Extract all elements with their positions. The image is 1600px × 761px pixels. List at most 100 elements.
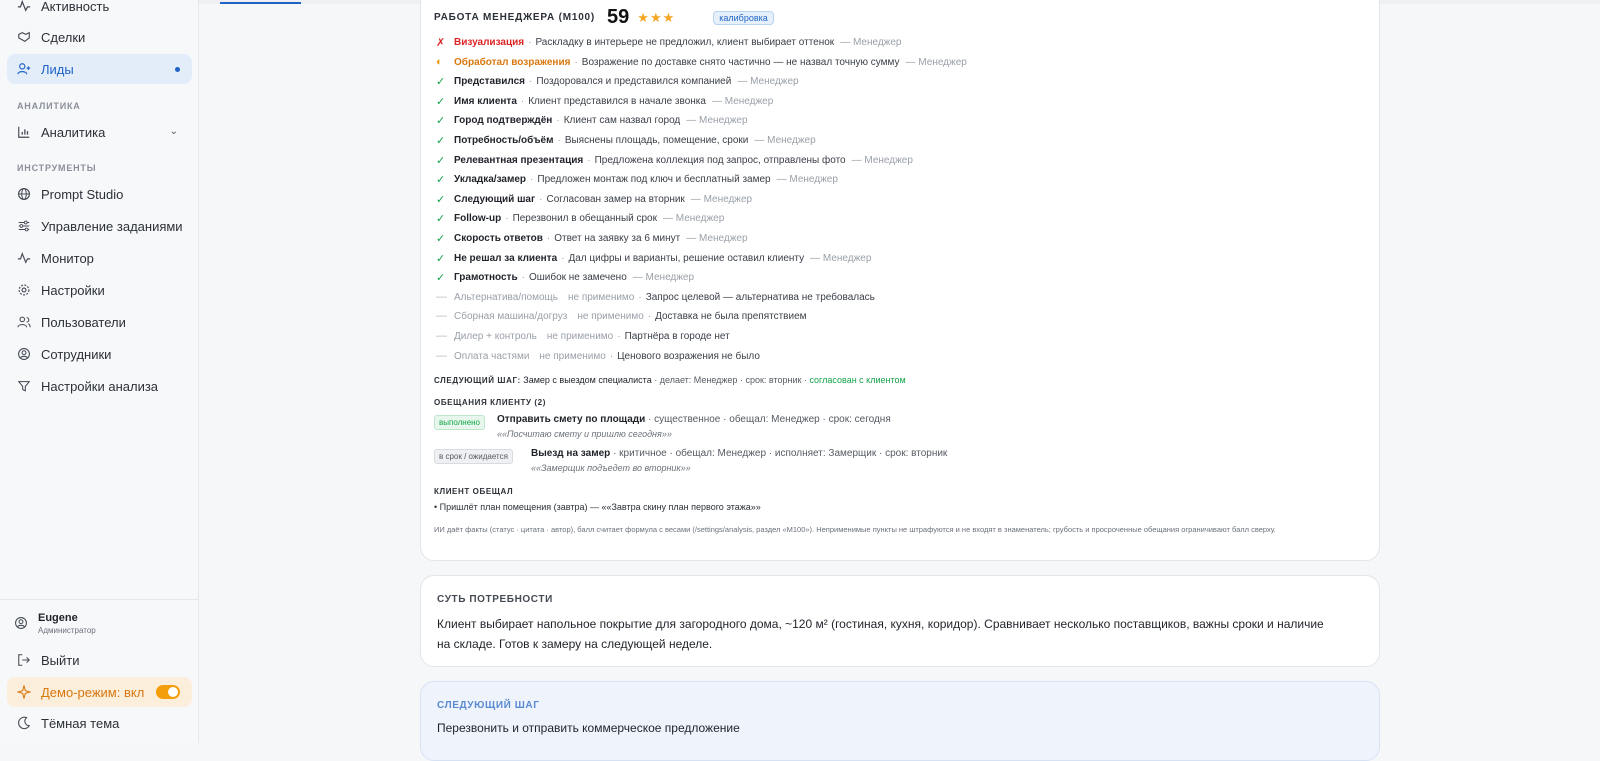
criterion-name: Обработал возражения — [454, 56, 571, 68]
theme-toggle[interactable]: Тёмная тема — [7, 708, 192, 738]
promise-item: Выезд на замер · критичное · обещал: Мен… — [531, 448, 947, 459]
star-rating: ★★★ — [637, 9, 676, 25]
next-step-meta: · делает: Менеджер · срок: вторник · — [654, 375, 807, 385]
criterion-description: Возражение по доставке снято частично — … — [581, 56, 900, 68]
score-header: РАБОТА МЕНЕДЖЕРА (M100) 59 ★★★ калибровк… — [434, 6, 774, 29]
criterion-description: Ценового возражения не было — [617, 350, 760, 362]
criterion-check-icon: ✓ — [436, 173, 446, 186]
criterion-author: — Менеджер — [737, 75, 799, 87]
demo-mode-label: Демо-режим: вкл — [41, 684, 145, 700]
user-role: Администратор — [38, 626, 96, 635]
user-circle-icon — [14, 616, 30, 632]
users-icon — [16, 314, 32, 330]
criterion-check-icon: ✓ — [436, 114, 446, 127]
needs-label: СУТЬ ПОТРЕБНОСТИ — [437, 594, 553, 605]
sidebar-item-label: Сотрудники — [41, 346, 112, 362]
chevron-down-icon[interactable]: ⌄ — [170, 126, 178, 137]
criterion-description: Предложена коллекция под запрос, отправл… — [594, 154, 846, 166]
criterion-row: — Дилер + контроль не применимо · Партнёра в… — [436, 330, 730, 342]
sidebar-item-activity[interactable]: Активность — [7, 0, 192, 21]
criterion-author: — Менеджер — [840, 36, 902, 48]
criterion-description: Предложен монтаж под ключ и бесплатный з… — [537, 173, 771, 185]
needs-text: Клиент выбирает напольное покрытие для з… — [437, 617, 1324, 651]
criterion-description: Согласован замер на вторник — [546, 193, 685, 205]
criterion-check-icon: ✓ — [436, 134, 446, 147]
sidebar: Активность Сделки Лиды АНАЛИТИКА Аналити… — [0, 0, 199, 743]
calibration-badge[interactable]: калибровка — [713, 10, 774, 25]
sidebar-item-deals[interactable]: Сделки — [7, 22, 192, 52]
criterion-cross-icon: ✗ — [436, 36, 446, 49]
promise-meta: · критичное · обещал: Менеджер · исполня… — [613, 448, 948, 459]
criterion-description: Поздоровался и представился компанией — [536, 75, 732, 87]
next-step-line: СЛЕДУЮЩИЙ ШАГ: Замер с выездом специалис… — [434, 375, 906, 385]
criterion-row: ✓ Потребность/объём · Выяснены площадь, пом… — [436, 134, 816, 147]
criterion-check-icon: ✓ — [436, 95, 446, 108]
criterion-description: Ответ на заявку за 6 минут — [554, 232, 681, 244]
criterion-author: — Менеджер — [776, 173, 838, 185]
criterion-row: — Оплата частями не применимо · Ценового воз… — [436, 350, 760, 362]
criterion-name: Укладка/замер — [454, 173, 527, 185]
logout-label: Выйти — [41, 652, 80, 668]
demo-mode-toggle[interactable]: Демо-режим: вкл — [7, 677, 192, 707]
criterion-row: ◐ Обработал возражения · Возражение по дост… — [436, 56, 967, 68]
criterion-row: — Сборная машина/догруз не применимо · Доста… — [436, 310, 807, 322]
filter-icon — [16, 378, 32, 394]
sparkle-icon — [16, 684, 32, 700]
sidebar-item-users[interactable]: Пользователи — [7, 307, 192, 337]
next-step-card-text: Перезвонить и отправить коммерческое пре… — [437, 721, 740, 735]
criterion-description: Партнёра в городе нет — [624, 330, 730, 342]
sidebar-item-prompt-studio[interactable]: Prompt Studio — [7, 179, 192, 209]
sidebar-item-monitor[interactable]: Монитор — [7, 243, 192, 273]
gear-icon — [16, 282, 32, 298]
criterion-check-icon: ✓ — [436, 271, 446, 284]
next-step-card-label: СЛЕДУЮЩИЙ ШАГ — [437, 700, 540, 711]
sidebar-item-leads[interactable]: Лиды — [7, 54, 192, 84]
sidebar-item-settings[interactable]: Настройки — [7, 275, 192, 305]
criterion-check-icon: ✓ — [436, 193, 446, 206]
promise-quote: ««Посчитаю смету и пришлю сегодня»» — [497, 429, 672, 439]
sidebar-item-employees[interactable]: Сотрудники — [7, 339, 192, 369]
criterion-description: Клиент представился в начале звонка — [528, 95, 706, 107]
criterion-author: — Менеджер — [851, 154, 913, 166]
sidebar-item-label: Пользователи — [41, 314, 126, 330]
logout-button[interactable]: Выйти — [7, 645, 192, 675]
criterion-row: ✓ Релевантная презентация · Предложена колл… — [436, 154, 913, 167]
demo-toggle-switch[interactable] — [156, 685, 180, 699]
user-circle-icon — [16, 346, 32, 362]
activity-icon — [16, 0, 32, 14]
user-name: Eugene — [38, 612, 78, 624]
sidebar-item-analytics[interactable]: Аналитика ⌄ — [7, 117, 192, 147]
criterion-check-icon: ✓ — [436, 212, 446, 225]
criterion-row: ✓ Имя клиента · Клиент представился в начал… — [436, 95, 774, 108]
sidebar-item-label: Сделки — [41, 29, 86, 45]
criterion-author: — Менеджер — [754, 134, 816, 146]
client-promised-item: • Пришлёт план помещения (завтра) — ««За… — [434, 502, 761, 512]
criterion-description: Ошибок не замечено — [528, 271, 627, 283]
sidebar-item-tasks[interactable]: Управление заданиями — [7, 211, 192, 241]
criterion-na-label: не применимо — [577, 310, 644, 322]
criterion-name: Потребность/объём — [454, 134, 554, 146]
criterion-name: Альтернатива/помощь — [454, 291, 558, 303]
criterion-check-icon: ✓ — [436, 75, 446, 88]
criterion-name: Скорость ответов — [454, 232, 543, 244]
criterion-name: Сборная машина/догруз — [454, 310, 568, 322]
criterion-name: Не решал за клиента — [454, 252, 558, 264]
user-profile[interactable]: Eugene Администратор — [14, 612, 96, 635]
criterion-check-icon: ✓ — [436, 252, 446, 265]
promise-status-badge: в срок / ожидается — [434, 449, 513, 464]
criterion-author: — Менеджер — [686, 232, 748, 244]
criterion-description: Клиент сам назвал город — [563, 114, 681, 126]
criterion-na-label: не применимо — [567, 291, 635, 303]
moon-icon — [16, 715, 32, 731]
criterion-name: Имя клиента — [454, 95, 517, 107]
criterion-partial-icon: ◐ — [436, 56, 443, 68]
criterion-author: — Менеджер — [686, 114, 748, 126]
sidebar-item-analysis-settings[interactable]: Настройки анализа — [7, 371, 192, 401]
criterion-row: ✓ Следующий шаг · Согласован замер на вторн… — [436, 193, 753, 206]
active-tab-indicator — [220, 2, 301, 4]
criterion-row: ✗ Визуализация · Раскладку в интерьере не п… — [436, 36, 902, 49]
scoring-footnote: ИИ даёт факты (статус · цитата · автор),… — [434, 525, 1276, 534]
logout-icon — [16, 652, 32, 668]
promise-item: Отправить смету по площади · существенно… — [497, 414, 891, 425]
criterion-name: Дилер + контроль — [454, 330, 537, 342]
